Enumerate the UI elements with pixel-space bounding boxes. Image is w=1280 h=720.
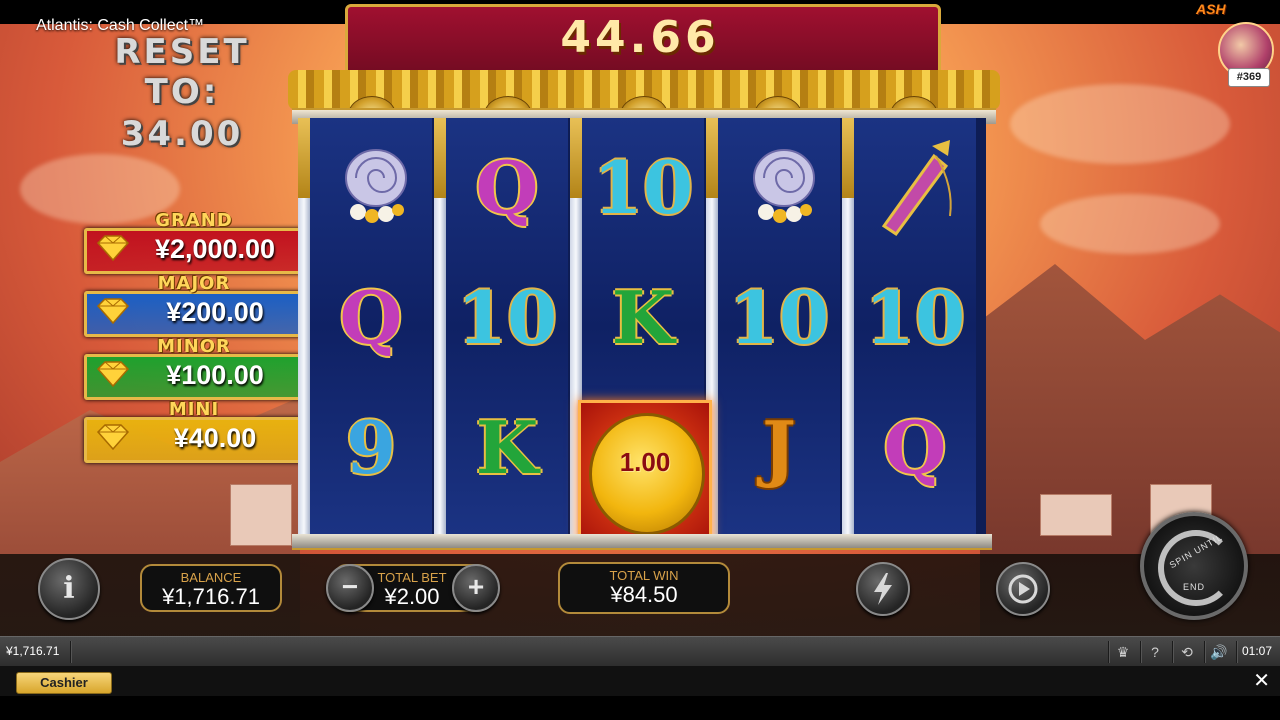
- crown-icon[interactable]: ♛: [1112, 642, 1134, 662]
- total-win-label: TOTAL WIN: [609, 568, 679, 583]
- jackpot-grand: GRAND ¥2,000.00: [84, 210, 308, 274]
- collect-counter: 44.66: [560, 12, 720, 63]
- symbol-glyph: J: [761, 405, 797, 490]
- cashier-button[interactable]: Cashier: [16, 672, 112, 694]
- control-bar: i BALANCE ¥1,716.71 TOTAL BET ¥2.00 − + …: [0, 554, 1280, 636]
- close-icon[interactable]: ✕: [1253, 669, 1270, 693]
- pillar-capital: [842, 118, 854, 198]
- shell-symbol-icon: [718, 126, 840, 256]
- spear-symbol-icon: [854, 126, 976, 256]
- diamond-icon: [96, 424, 130, 451]
- decrease-bet-button[interactable]: −: [326, 564, 374, 612]
- symbol-glyph: Q: [339, 275, 403, 360]
- jackpot-minor: MINOR ¥100.00: [84, 336, 308, 400]
- help-icon[interactable]: ?: [1144, 642, 1166, 662]
- reset-label: RESET TO:: [114, 32, 250, 112]
- divider: [1204, 641, 1206, 663]
- system-balance: ¥1,716.71: [6, 644, 60, 658]
- shell-symbol-icon: [310, 126, 432, 256]
- divider: [1140, 641, 1142, 663]
- symbol-glyph: 9: [345, 405, 397, 490]
- slot-game-screen: Atlantis: Cash Collect™ ASH RESET TO: 34…: [0, 0, 1280, 720]
- symbol-glyph: 10: [592, 145, 694, 230]
- symbol-10: 10: [854, 256, 976, 386]
- jackpot-mini: MINI ¥40.00: [84, 399, 308, 463]
- total-win-display: TOTAL WIN ¥84.50: [558, 562, 730, 614]
- symbol-q: Q: [854, 386, 976, 516]
- spin-label-bottom: END: [1182, 582, 1205, 592]
- jackpot-value: ¥100.00: [166, 360, 264, 390]
- turbo-button[interactable]: [856, 562, 910, 616]
- system-bar: ¥1,716.71 ♛ ? ⟲ 🔊 01:07: [0, 636, 1280, 667]
- jackpot-major: MAJOR ¥200.00: [84, 273, 308, 337]
- symbol-glyph: 10: [728, 275, 830, 360]
- symbol-q: Q: [446, 126, 568, 256]
- symbol-10: 10: [582, 126, 704, 256]
- symbol-j: J: [718, 386, 840, 516]
- jackpot-value: ¥40.00: [173, 423, 257, 453]
- symbol-k: K: [446, 386, 568, 516]
- symbol-10: 10: [446, 256, 568, 386]
- jackpot-label: MINI: [168, 399, 220, 420]
- history-icon[interactable]: ⟲: [1176, 642, 1198, 662]
- pillar-capital: [434, 118, 446, 198]
- jackpot-label: GRAND: [155, 210, 233, 231]
- diamond-icon: [96, 361, 130, 388]
- balance-value: ¥1,716.71: [162, 584, 260, 609]
- lightning-icon: [874, 573, 892, 605]
- pillar-capital: [298, 118, 310, 198]
- autoplay-button[interactable]: [996, 562, 1050, 616]
- autoplay-icon: [1008, 574, 1038, 604]
- sound-icon[interactable]: 🔊: [1208, 642, 1230, 662]
- symbol-glyph: K: [611, 275, 675, 360]
- divider: [1172, 641, 1174, 663]
- town-building: [1040, 494, 1112, 536]
- symbol-glyph: K: [475, 405, 539, 490]
- cloud: [1040, 194, 1220, 254]
- player-badge: #369: [1228, 68, 1270, 87]
- diamond-icon: [96, 235, 130, 262]
- jackpot-label: MAJOR: [157, 273, 231, 294]
- pillar-capital: [570, 118, 582, 198]
- balance-display: BALANCE ¥1,716.71: [140, 564, 282, 612]
- divider: [70, 641, 72, 663]
- diamond-icon: [96, 298, 130, 325]
- info-button[interactable]: i: [38, 558, 100, 620]
- cash-coin-cell: 1.00: [578, 400, 712, 544]
- reset-display: RESET TO: 34.00: [92, 32, 272, 156]
- balance-label: BALANCE: [180, 570, 242, 585]
- cash-coin-value: 1.00: [619, 447, 671, 477]
- divider: [1236, 641, 1238, 663]
- symbol-glyph: Q: [883, 405, 947, 490]
- bottom-bar: Cashier ✕: [0, 666, 1280, 696]
- symbol-glyph: 10: [456, 275, 558, 360]
- clock: 01:07: [1241, 644, 1272, 658]
- temple-building: [230, 484, 292, 546]
- symbol-9: 9: [310, 386, 432, 516]
- reset-value: 34.00: [120, 114, 244, 154]
- spin-button[interactable]: SPIN UNTIL END: [1140, 512, 1248, 620]
- divider: [1108, 641, 1110, 663]
- symbol-glyph: 10: [864, 275, 966, 360]
- pillar-capital: [706, 118, 718, 198]
- symbol-glyph: Q: [475, 145, 539, 230]
- symbol-q: Q: [310, 256, 432, 386]
- reel-base-ledge: [292, 534, 992, 550]
- jackpot-value: ¥200.00: [166, 297, 264, 327]
- jackpot-label: MINOR: [157, 336, 231, 357]
- jackpot-value: ¥2,000.00: [154, 234, 276, 264]
- symbol-10: 10: [718, 256, 840, 386]
- total-win-value: ¥84.50: [610, 582, 678, 607]
- cloud: [1010, 84, 1230, 164]
- brand-logo: ASH: [1196, 1, 1226, 17]
- symbol-k: K: [582, 256, 704, 386]
- increase-bet-button[interactable]: +: [452, 564, 500, 612]
